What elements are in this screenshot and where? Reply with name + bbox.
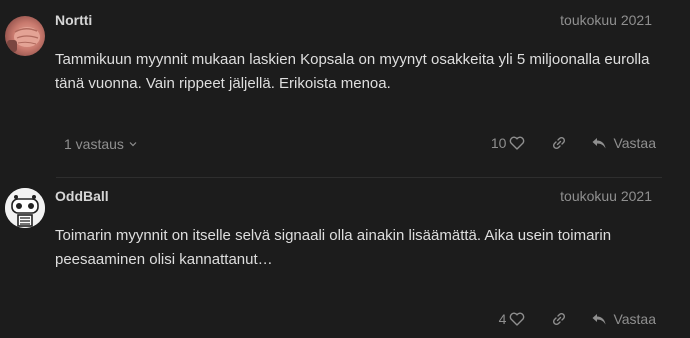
chevron-down-icon — [129, 142, 137, 147]
post: Nortti toukokuu 2021 Tammikuun myynnit m… — [0, 0, 690, 178]
replies-label: 1 vastaus — [64, 136, 124, 152]
fist-avatar-icon — [7, 27, 40, 52]
post-actions: 10 Vastaa — [491, 135, 656, 151]
user-avatar[interactable] — [5, 188, 45, 228]
reply-button[interactable]: Vastaa — [591, 311, 656, 327]
like-count: 10 — [490, 135, 507, 151]
reply-label: Vastaa — [613, 311, 656, 327]
post-body: Tammikuun myynnit mukaan laskien Kopsala… — [55, 51, 650, 92]
user-avatar[interactable] — [5, 16, 45, 56]
link-icon — [553, 312, 566, 326]
username[interactable]: Nortti — [55, 12, 92, 28]
username[interactable]: OddBall — [55, 188, 109, 204]
replies-toggle-button[interactable]: 1 vastaus — [64, 136, 138, 152]
heart-icon — [510, 312, 525, 326]
post-actions: 4 Vastaa — [499, 311, 656, 327]
reply-label: Vastaa — [613, 135, 656, 151]
reply-arrow-icon — [592, 314, 606, 325]
reply-arrow-icon — [592, 138, 606, 149]
share-link-button[interactable] — [551, 135, 567, 151]
post-body: Toimarin myynnit on itselle selvä signaa… — [55, 227, 612, 268]
like-button[interactable]: 4 — [499, 311, 526, 327]
reply-button[interactable]: Vastaa — [591, 135, 656, 151]
robot-avatar-icon — [5, 188, 45, 228]
share-link-button[interactable] — [551, 311, 567, 327]
link-icon — [553, 136, 566, 150]
heart-icon — [510, 136, 525, 150]
like-count: 4 — [498, 311, 507, 327]
like-button[interactable]: 10 — [491, 135, 526, 151]
post: OddBall toukokuu 2021 Toimarin myynnit o… — [0, 178, 690, 338]
post-date[interactable]: toukokuu 2021 — [560, 188, 652, 204]
post-date[interactable]: toukokuu 2021 — [560, 12, 652, 28]
